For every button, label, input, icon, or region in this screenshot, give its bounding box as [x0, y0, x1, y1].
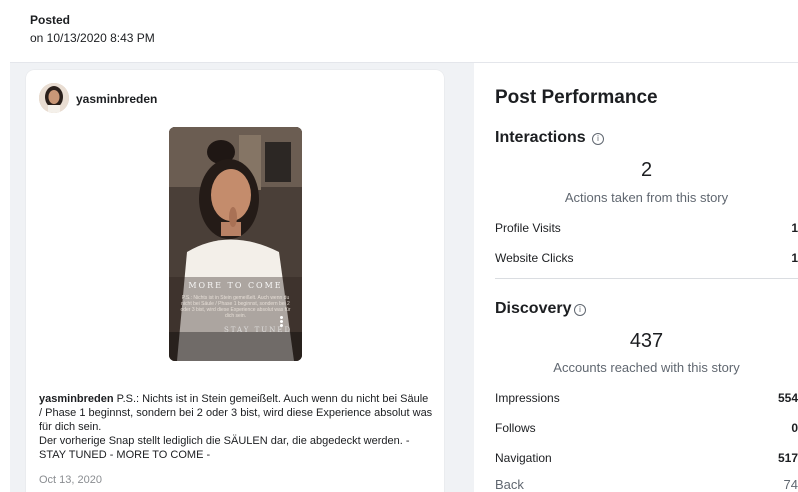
interactions-count: 2 [640, 159, 653, 181]
interactions-subtitle: Actions taken from this story [564, 190, 729, 205]
post-date: Oct 13, 2020 [39, 474, 102, 486]
metric-label-impressions: Impressions [495, 391, 560, 405]
discovery-title: Discovery [495, 300, 572, 317]
section-divider [495, 278, 798, 279]
metric-value-profile-visits: 1 [791, 221, 798, 235]
posted-date: on 10/13/2020 8:43 PM [30, 31, 155, 45]
story-text-overlay-body: P.S.: Nichts ist in Stein gemeißelt. Auc… [180, 295, 291, 319]
info-icon[interactable]: i [592, 133, 604, 145]
caption-text-2: Der vorherige Snap stellt lediglich die … [39, 435, 410, 461]
metric-value-back: 74 [783, 477, 798, 492]
metric-label-navigation: Navigation [495, 451, 552, 465]
post-username[interactable]: yasminbreden [76, 92, 157, 106]
performance-panel: Post Performance Interactions i 2 Action… [474, 63, 798, 492]
interactions-title: Interactions [495, 129, 586, 146]
more-options-icon[interactable] [280, 316, 284, 328]
metric-label-profile-visits: Profile Visits [495, 221, 561, 235]
info-icon[interactable]: i [574, 304, 586, 316]
metric-value-follows: 0 [791, 421, 798, 435]
metric-label-website-clicks: Website Clicks [495, 251, 574, 265]
post-header: Posted on 10/13/2020 8:43 PM [0, 0, 798, 62]
metric-label-back: Back [495, 477, 524, 492]
page-title: Post Performance [495, 87, 658, 108]
metric-label-follows: Follows [495, 421, 536, 435]
post-card: yasminbreden MORE TO COME P.S.: Nichts i… [26, 70, 444, 492]
posted-label: Posted [30, 13, 71, 27]
story-text-overlay: MORE TO COME [188, 281, 283, 290]
post-caption: yasminbreden P.S.: Nichts ist in Stein g… [39, 392, 434, 462]
metric-value-navigation: 517 [777, 451, 798, 465]
avatar[interactable] [39, 83, 69, 113]
discovery-count: 437 [629, 330, 664, 352]
metric-value-website-clicks: 1 [791, 251, 798, 265]
play-icon[interactable] [41, 318, 49, 328]
caption-username[interactable]: yasminbreden [39, 393, 114, 405]
metric-value-impressions: 554 [777, 391, 798, 405]
discovery-subtitle: Accounts reached with this story [553, 360, 740, 375]
